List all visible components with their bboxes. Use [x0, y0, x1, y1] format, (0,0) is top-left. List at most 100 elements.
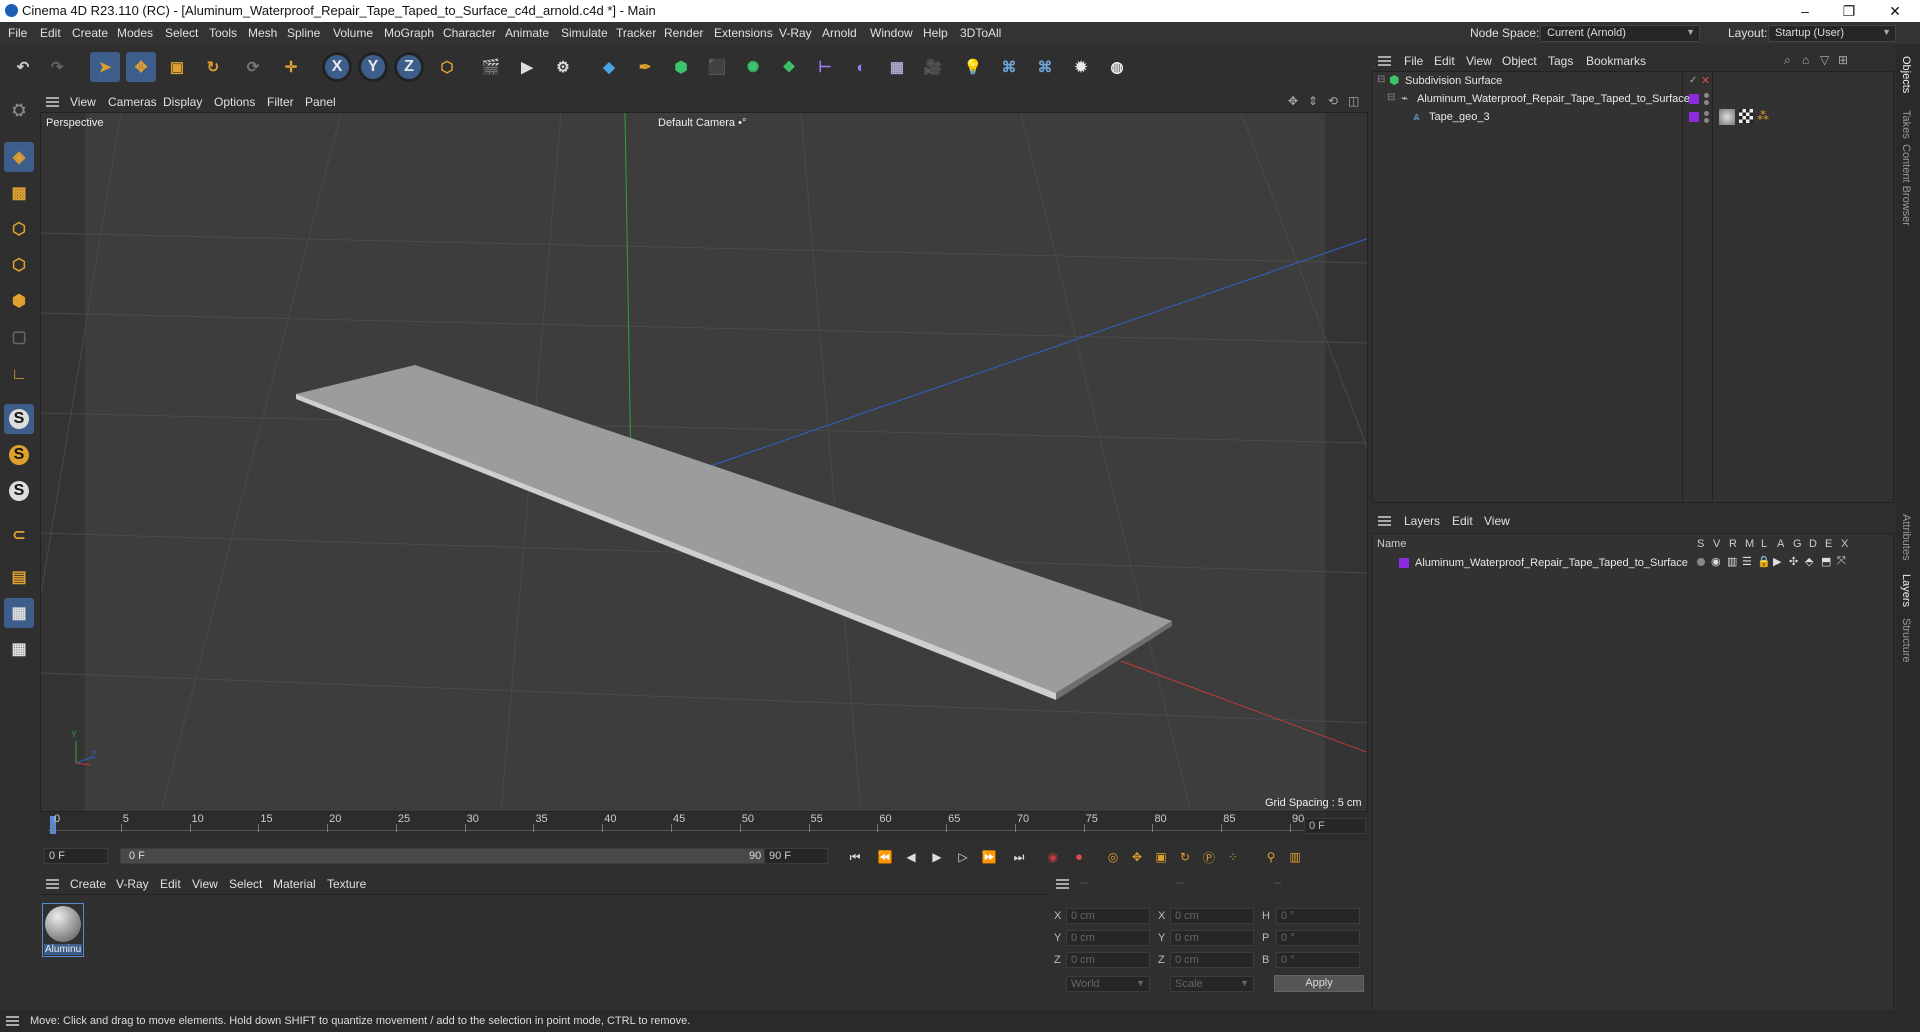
- material-menu-material[interactable]: Material: [273, 877, 316, 891]
- render-settings-button[interactable]: ⚙: [548, 52, 578, 82]
- object-menu-object[interactable]: Object: [1502, 54, 1537, 68]
- edge-mode-button[interactable]: ⬡: [4, 250, 34, 280]
- viewport-menu-panel[interactable]: Panel: [305, 95, 336, 109]
- select-tool-button[interactable]: ➤: [90, 52, 120, 82]
- layer-row[interactable]: Aluminum_Waterproof_Repair_Tape_Taped_to…: [1373, 554, 1893, 572]
- menu-mesh[interactable]: Mesh: [248, 26, 277, 40]
- object-menu-edit[interactable]: Edit: [1434, 54, 1455, 68]
- snap-options-button[interactable]: S: [4, 476, 34, 506]
- search-icon[interactable]: ⌕: [1784, 53, 1791, 68]
- timeline-ruler[interactable]: 0 5 10 15 20 25 30 35 40 45 50 55 60 65 70 75 80 85 90 0 F: [40, 812, 1368, 840]
- tree-row[interactable]: ⩓ Tape_geo_3 ⁂: [1373, 108, 1893, 126]
- editor-visibility-dot[interactable]: [1704, 111, 1709, 116]
- keyframe-selection-button[interactable]: ◎: [1104, 848, 1122, 866]
- viewport-menu-filter[interactable]: Filter: [267, 95, 294, 109]
- undo-button[interactable]: ↶: [8, 52, 38, 82]
- locked-workplane-button[interactable]: ▦: [4, 598, 34, 628]
- cloner-button[interactable]: ✺: [738, 52, 768, 82]
- polygon-mode-button[interactable]: ⬢: [4, 286, 34, 316]
- layer-menu-edit[interactable]: Edit: [1452, 514, 1473, 528]
- deformer-button[interactable]: ⊢: [810, 52, 840, 82]
- viewport-menu-view[interactable]: View: [70, 95, 96, 109]
- menu-animate[interactable]: Animate: [505, 26, 549, 40]
- material-menu-edit[interactable]: Edit: [160, 877, 181, 891]
- layer-col-header[interactable]: D: [1809, 538, 1817, 550]
- material-swatch-aluminum[interactable]: Aluminu: [42, 903, 84, 957]
- tree-row[interactable]: ⊟ ⬢ Subdivision Surface ✓ ✕: [1373, 72, 1893, 90]
- key-param-button[interactable]: Ⓟ: [1200, 848, 1218, 866]
- menu-edit[interactable]: Edit: [40, 26, 61, 40]
- start-frame-field[interactable]: 0 F: [44, 848, 108, 864]
- layer-col-header[interactable]: E: [1825, 538, 1832, 550]
- edit-check-icon[interactable]: ✓: [1689, 75, 1697, 86]
- status-menu-icon[interactable]: [6, 1016, 19, 1026]
- generators-icon[interactable]: ✣: [1789, 555, 1798, 568]
- uv-mode-button[interactable]: ▢: [4, 322, 34, 352]
- render-view-button[interactable]: ▶: [512, 52, 542, 82]
- maximize-button[interactable]: ❐: [1826, 0, 1872, 22]
- menu-arnold[interactable]: Arnold: [822, 26, 857, 40]
- rot-h-field[interactable]: 0 °: [1276, 908, 1360, 924]
- collapse-toggle-icon[interactable]: ⊟: [1387, 92, 1395, 103]
- material-menu-texture[interactable]: Texture: [327, 877, 366, 891]
- material-menu-vray[interactable]: V-Ray: [116, 877, 149, 891]
- filter-icon[interactable]: ▽: [1820, 53, 1829, 67]
- object-menu-bookmarks[interactable]: Bookmarks: [1586, 54, 1646, 68]
- lock-icon[interactable]: 🔒: [1757, 555, 1771, 568]
- tab-takes[interactable]: Takes: [1900, 110, 1912, 139]
- xref-icon[interactable]: ⤧: [1837, 555, 1846, 568]
- settings-gear-button[interactable]: ✹: [1066, 52, 1096, 82]
- model-mode-button[interactable]: ◈: [4, 142, 34, 172]
- solo-toggle-icon[interactable]: [1697, 558, 1705, 566]
- menu-tools[interactable]: Tools: [209, 26, 237, 40]
- material-menu-create[interactable]: Create: [70, 877, 106, 891]
- render-region-button[interactable]: 🎬: [476, 52, 506, 82]
- next-frame-button[interactable]: ▷: [954, 848, 972, 866]
- menu-spline[interactable]: Spline: [287, 26, 320, 40]
- recent-tools-button[interactable]: ⟳: [238, 52, 268, 82]
- snap-settings-button[interactable]: S: [4, 440, 34, 470]
- home-icon[interactable]: ⌂: [1802, 53, 1809, 67]
- floor-button[interactable]: ▦: [882, 52, 912, 82]
- viewport-move-icon[interactable]: ✥: [1288, 94, 1298, 108]
- animation-play-icon[interactable]: ▶: [1773, 555, 1781, 568]
- render-visibility-dot[interactable]: [1704, 118, 1709, 123]
- redo-button[interactable]: ↷: [42, 52, 72, 82]
- material-menu-view[interactable]: View: [192, 877, 218, 891]
- key-scale-button[interactable]: ▣: [1152, 848, 1170, 866]
- size-x-field[interactable]: 0 cm: [1170, 908, 1254, 924]
- layer-col-header[interactable]: A: [1777, 538, 1784, 550]
- close-button[interactable]: ✕: [1872, 0, 1918, 22]
- menu-character[interactable]: Character: [443, 26, 496, 40]
- layer-col-header[interactable]: M: [1745, 538, 1754, 550]
- menu-create[interactable]: Create: [72, 26, 108, 40]
- size-z-field[interactable]: 0 cm: [1170, 952, 1254, 968]
- menu-window[interactable]: Window: [870, 26, 913, 40]
- current-frame-field[interactable]: 0 F: [1304, 818, 1366, 834]
- point-mode-button[interactable]: ⬡: [4, 214, 34, 244]
- minimize-button[interactable]: –: [1782, 0, 1828, 22]
- key-rotation-button[interactable]: ↻: [1176, 848, 1194, 866]
- material-menu-icon[interactable]: [46, 879, 59, 889]
- object-menu-file[interactable]: File: [1404, 54, 1423, 68]
- editor-visibility-dot[interactable]: [1704, 93, 1709, 98]
- manager-icon[interactable]: ☰: [1742, 555, 1752, 568]
- size-y-field[interactable]: 0 cm: [1170, 930, 1254, 946]
- layer-menu-layers[interactable]: Layers: [1404, 514, 1440, 528]
- layer-col-header[interactable]: L: [1761, 538, 1767, 550]
- tab-attributes[interactable]: Attributes: [1900, 514, 1912, 560]
- coordinate-system-button[interactable]: ✛: [276, 52, 306, 82]
- menu-file[interactable]: File: [8, 26, 27, 40]
- menu-simulate[interactable]: Simulate: [561, 26, 608, 40]
- key-pla-button[interactable]: ⁘: [1224, 848, 1242, 866]
- layer-col-header[interactable]: G: [1793, 538, 1802, 550]
- material-menu-select[interactable]: Select: [229, 877, 262, 891]
- menu-3dtoall[interactable]: 3DToAll: [960, 26, 1001, 40]
- field-button[interactable]: ◐: [846, 52, 876, 82]
- pos-x-field[interactable]: 0 cm: [1066, 908, 1150, 924]
- rot-p-field[interactable]: 0 °: [1276, 930, 1360, 946]
- disabled-x-icon[interactable]: ✕: [1701, 74, 1710, 87]
- tab-objects[interactable]: Objects: [1900, 56, 1912, 93]
- layer-col-header[interactable]: S: [1697, 538, 1704, 550]
- apply-button[interactable]: Apply: [1274, 975, 1364, 992]
